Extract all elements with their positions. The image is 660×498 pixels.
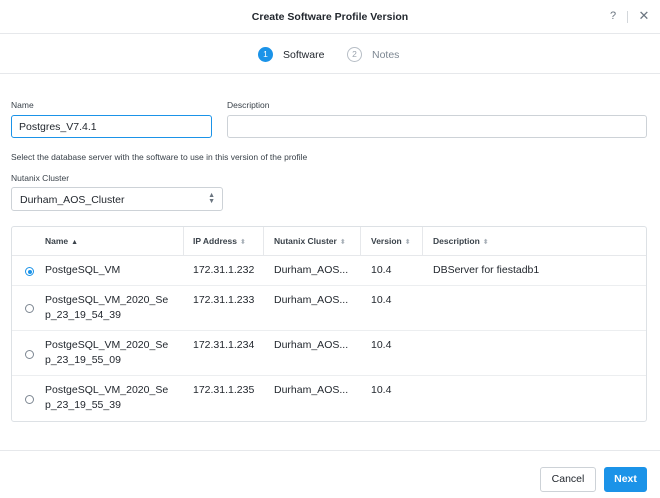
table-row[interactable]: PostgeSQL_VM_2020_Se p_23_19_55_09 172.3… xyxy=(12,331,646,376)
dialog-footer: Cancel Next xyxy=(0,450,660,498)
column-header-version[interactable]: Version ⬍ xyxy=(371,227,411,256)
name-label: Name xyxy=(11,100,34,110)
cell-ip: 172.31.1.232 xyxy=(193,264,255,276)
cell-name: PostgeSQL_VM xyxy=(45,264,121,276)
dialog-header: Create Software Profile Version ? ✕ xyxy=(0,0,660,34)
wizard-steps: 1 Software 2 Notes xyxy=(0,34,660,74)
cell-cluster: Durham_AOS... xyxy=(274,339,349,351)
cell-version: 10.4 xyxy=(371,294,392,306)
header-divider xyxy=(627,11,628,23)
table-row[interactable]: PostgeSQL_VM 172.31.1.232 Durham_AOS... … xyxy=(12,256,646,286)
cell-name-cont: p_23_19_55_39 xyxy=(45,399,121,411)
cell-ip: 172.31.1.233 xyxy=(193,294,255,306)
row-radio[interactable] xyxy=(25,267,34,276)
cell-ip: 172.31.1.234 xyxy=(193,339,255,351)
table-header: Name ▲ IP Address ⬍ Nutanix Cluster ⬍ Versi… xyxy=(12,227,646,256)
step-software[interactable]: 1 Software xyxy=(258,47,324,62)
column-header-cluster[interactable]: Nutanix Cluster ⬍ xyxy=(274,227,346,256)
dialog-title: Create Software Profile Version xyxy=(251,11,409,23)
column-divider xyxy=(422,227,423,256)
step-label: Notes xyxy=(372,48,400,61)
cell-name-cont: p_23_19_54_39 xyxy=(45,309,121,321)
table-row[interactable]: PostgeSQL_VM_2020_Se p_23_19_54_39 172.3… xyxy=(12,286,646,331)
row-radio[interactable] xyxy=(25,395,34,404)
next-button[interactable]: Next xyxy=(604,467,647,492)
step-number: 2 xyxy=(347,47,362,62)
cluster-label: Nutanix Cluster xyxy=(11,173,70,183)
sort-icon: ⬍ xyxy=(239,239,246,246)
column-divider xyxy=(263,227,264,256)
cell-ip: 172.31.1.235 xyxy=(193,384,255,396)
description-label: Description xyxy=(227,100,270,110)
cell-name: PostgeSQL_VM_2020_Se xyxy=(45,294,169,306)
sort-asc-icon: ▲ xyxy=(71,239,79,246)
sort-icon: ⬍ xyxy=(339,239,346,246)
cell-version: 10.4 xyxy=(371,339,392,351)
column-header-name[interactable]: Name ▲ xyxy=(45,227,78,256)
column-header-description[interactable]: Description ⬍ xyxy=(433,227,489,256)
cell-name: PostgeSQL_VM_2020_Se xyxy=(45,339,169,351)
column-divider xyxy=(360,227,361,256)
cell-version: 10.4 xyxy=(371,264,392,276)
table-row[interactable]: PostgeSQL_VM_2020_Se p_23_19_55_39 172.3… xyxy=(12,376,646,421)
cell-name: PostgeSQL_VM_2020_Se xyxy=(45,384,169,396)
cluster-select-value: Durham_AOS_Cluster xyxy=(20,194,125,206)
cell-name-cont: p_23_19_55_09 xyxy=(45,354,121,366)
cell-cluster: Durham_AOS... xyxy=(274,264,349,276)
row-radio[interactable] xyxy=(25,304,34,313)
selection-hint: Select the database server with the soft… xyxy=(11,152,308,162)
cancel-button[interactable]: Cancel xyxy=(540,467,596,492)
step-notes[interactable]: 2 Notes xyxy=(347,47,399,62)
sort-icon: ⬍ xyxy=(404,239,411,246)
select-arrows-icon: ▲ ▼ xyxy=(208,192,215,205)
column-divider xyxy=(183,227,184,256)
cell-version: 10.4 xyxy=(371,384,392,396)
db-server-table: Name ▲ IP Address ⬍ Nutanix Cluster ⬍ Versi… xyxy=(11,226,647,422)
row-radio[interactable] xyxy=(25,350,34,359)
cell-description: DBServer for fiestadb1 xyxy=(433,264,540,276)
cell-cluster: Durham_AOS... xyxy=(274,294,349,306)
cell-cluster: Durham_AOS... xyxy=(274,384,349,396)
step-label: Software xyxy=(283,48,325,61)
help-icon[interactable]: ? xyxy=(606,10,620,24)
cluster-select[interactable]: Durham_AOS_Cluster ▲ ▼ xyxy=(11,187,223,211)
sort-icon: ⬍ xyxy=(482,239,489,246)
description-input[interactable] xyxy=(227,115,647,138)
name-input[interactable] xyxy=(11,115,212,138)
column-header-ip[interactable]: IP Address ⬍ xyxy=(193,227,246,256)
step-number: 1 xyxy=(258,47,273,62)
close-icon[interactable]: ✕ xyxy=(637,9,651,23)
